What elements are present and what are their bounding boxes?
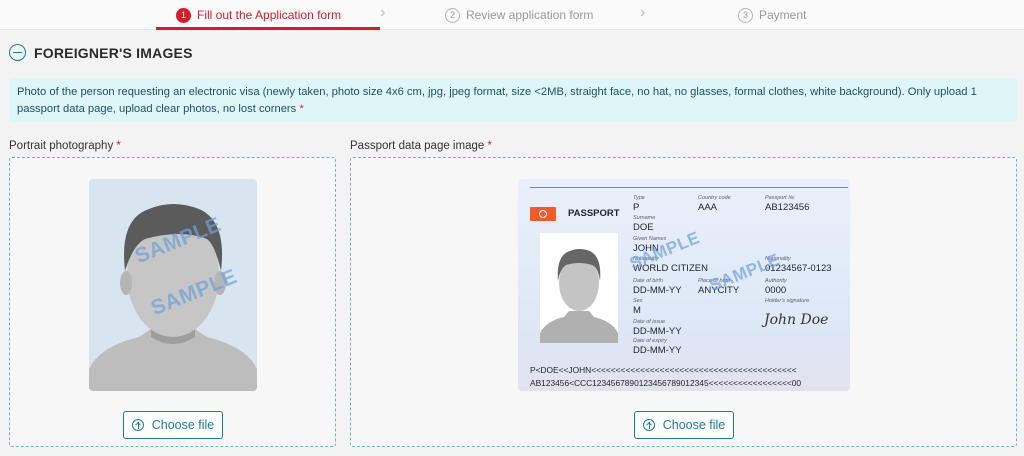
step-label: Fill out the Application form — [197, 8, 342, 22]
surname-value: DOE — [633, 222, 654, 233]
passport-number-label: Passport № — [765, 195, 795, 201]
button-label: Choose file — [662, 418, 726, 432]
holder-signature: John Doe — [764, 312, 829, 328]
step-number: 3 — [738, 7, 753, 23]
step-review-form[interactable]: 2 Review application form — [445, 0, 593, 30]
required-mark: * — [116, 140, 121, 152]
active-step-indicator — [156, 27, 380, 30]
required-mark: * — [487, 140, 492, 152]
step-label: Review application form — [466, 8, 594, 22]
step-number: 1 — [176, 7, 191, 23]
portrait-label: Portrait photography * — [9, 140, 121, 152]
type-value: P — [633, 202, 640, 213]
chevron-right-icon: › — [640, 4, 646, 21]
passport-divider — [530, 187, 848, 188]
passport-number-value: AB123456 — [765, 202, 810, 213]
collapse-minus-icon[interactable] — [9, 44, 26, 61]
portrait-upload-dropzone[interactable]: SAMPLE SAMPLE Choose file — [9, 157, 336, 447]
issue-date-label: Date of issue — [633, 319, 666, 325]
surname-label: Surname — [633, 215, 656, 221]
sex-value: M — [633, 305, 641, 316]
mrz-line-2: AB123456<CCC1234567890123456789012345<<<… — [530, 378, 802, 388]
passport-photo — [540, 233, 618, 343]
passport-emblem-icon — [530, 207, 556, 221]
passport-upload-dropzone[interactable]: PASSPORT Type P Country code AAA Passpor… — [350, 157, 1017, 447]
upload-arrow-icon — [642, 419, 655, 431]
passport-label: Passport data page image * — [350, 140, 492, 152]
portrait-label-text: Portrait photography — [9, 140, 114, 152]
application-stepper: 1 Fill out the Application form › 2 Revi… — [0, 0, 1024, 30]
passport-sample-image: PASSPORT Type P Country code AAA Passpor… — [518, 179, 850, 391]
dob-value: DD-MM-YY — [633, 285, 682, 296]
portrait-sample-image: SAMPLE SAMPLE — [89, 179, 257, 391]
country-label: Country code — [698, 195, 731, 201]
country-value: AAA — [698, 202, 718, 213]
dob-label: Date of birth — [633, 278, 663, 284]
expiry-date-label: Date of expiry — [633, 338, 667, 344]
authority-value: 0000 — [765, 285, 787, 296]
step-fill-form[interactable]: 1 Fill out the Application form — [176, 0, 341, 30]
person-silhouette-icon — [540, 249, 618, 343]
passport-label-text: Passport data page image — [350, 140, 485, 152]
issue-date-value: DD-MM-YY — [633, 326, 682, 337]
mrz-line-1: P<DOE<<JOHN<<<<<<<<<<<<<<<<<<<<<<<<<<<<<… — [530, 365, 797, 375]
sex-label: Sex — [633, 298, 643, 304]
passport-choose-file-button[interactable]: Choose file — [634, 411, 734, 439]
upload-instructions: Photo of the person requesting an electr… — [9, 78, 1017, 122]
step-number: 2 — [445, 7, 460, 23]
section-title: FOREIGNER'S IMAGES — [34, 44, 193, 61]
instructions-text: Photo of the person requesting an electr… — [17, 86, 977, 115]
required-mark: * — [299, 103, 304, 115]
expiry-date-value: DD-MM-YY — [633, 345, 682, 356]
step-label: Payment — [759, 8, 807, 22]
signature-label: Holder's signature — [765, 298, 810, 304]
upload-arrow-icon — [131, 419, 144, 431]
section-header: FOREIGNER'S IMAGES — [9, 44, 193, 61]
step-payment[interactable]: 3 Payment — [738, 0, 806, 30]
portrait-choose-file-button[interactable]: Choose file — [123, 411, 223, 439]
passport-heading: PASSPORT — [568, 208, 620, 219]
authority-label: Authority — [765, 278, 787, 284]
button-label: Choose file — [151, 418, 215, 432]
chevron-right-icon: › — [380, 4, 386, 21]
type-label: Type — [633, 195, 645, 201]
